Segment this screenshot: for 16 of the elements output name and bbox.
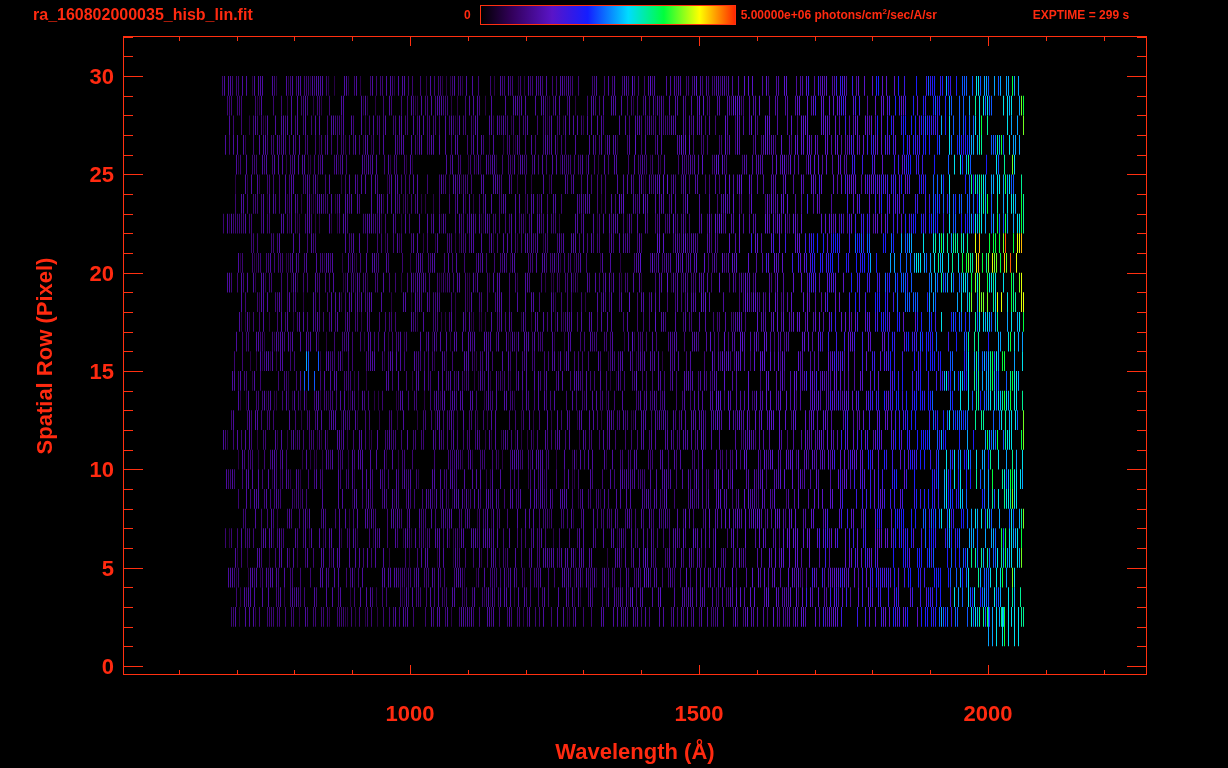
x-tick-label: 2000: [963, 701, 1013, 726]
x-tick-label: 1000: [385, 701, 435, 726]
x-tick-label: 1500: [674, 701, 724, 726]
y-tick-label: 0: [101, 654, 114, 679]
y-tick-label: 30: [89, 64, 114, 89]
y-tick-label: 20: [89, 260, 114, 286]
y-tick-label: 10: [89, 457, 114, 483]
y-tick-label: 25: [89, 162, 114, 188]
file-name: ra_160802000035_hisb_lin.fit: [33, 6, 254, 24]
exposure-time: EXPTIME = 299 s: [1032, 7, 1130, 24]
y-tick-label: 5: [101, 555, 114, 581]
y-tick-label: 15: [89, 359, 114, 384]
x-axis-label: Wavelength (Å): [555, 739, 715, 764]
colorbar-max-label: 5.00000e+06 photons/cm$^{2}$/sec/A/sr: [740, 6, 938, 24]
colorbar-min-label: 0: [464, 7, 471, 24]
y-axis-label: Spatial Row (Pixel): [32, 257, 57, 455]
